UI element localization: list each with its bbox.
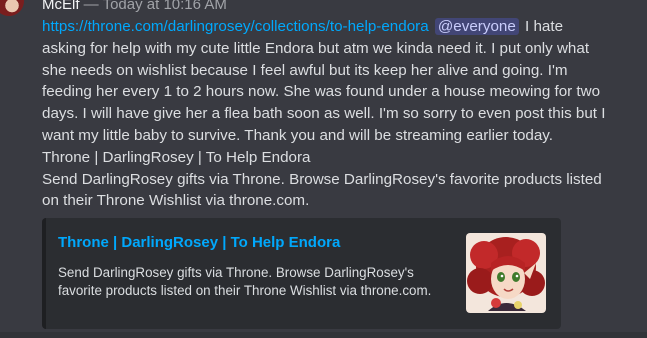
chat-message: McElf — Today at 10:16 AM https://throne…	[0, 0, 647, 338]
timestamp: — Today at 10:16 AM	[83, 0, 227, 13]
embed-description: Send DarlingRosey gifts via Throne. Brow…	[58, 265, 432, 298]
message-line: want my little baby to survive. Thank yo…	[42, 126, 553, 144]
link-embed: Throne | DarlingRosey | To Help Endora S…	[42, 218, 561, 329]
throne-link[interactable]: https://throne.com/darlingrosey/collecti…	[42, 18, 429, 35]
message-line: Send DarlingRosey gifts via Throne. Brow…	[42, 170, 602, 188]
message-text: I hate	[525, 18, 564, 35]
message-line: on their Throne Wishlist via throne.com.	[42, 192, 310, 210]
embed-title-link[interactable]: Throne | DarlingRosey | To Help Endora	[58, 234, 340, 251]
message-line: Throne | DarlingRosey | To Help Endora	[42, 148, 311, 166]
username[interactable]: McElf	[42, 0, 80, 13]
user-avatar[interactable]	[0, 0, 24, 16]
thumbnail-image	[466, 233, 546, 313]
everyone-mention[interactable]: @everyone	[434, 18, 519, 35]
message-line: asking for help with my cute little Endo…	[42, 39, 590, 57]
message-header: McElf — Today at 10:16 AM	[42, 0, 227, 15]
message-line: she needs on wishlist because I feel awf…	[42, 61, 568, 79]
anime-portrait-thumbnail-icon[interactable]	[466, 233, 546, 313]
message-line: days. I will have give her a flea bath s…	[42, 105, 606, 123]
message-content: https://throne.com/darlingrosey/collecti…	[42, 16, 612, 212]
message-line: feeding her every 1 to 2 hours now. She …	[42, 83, 601, 101]
bottom-divider	[0, 332, 647, 338]
message-line-1: https://throne.com/darlingrosey/collecti…	[42, 16, 612, 38]
